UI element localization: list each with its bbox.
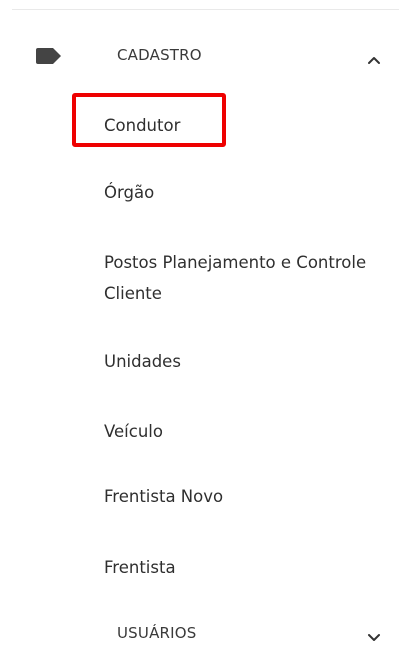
menu-item-frentista[interactable]: Frentista [104, 552, 176, 583]
section-label: USUÁRIOS [117, 624, 197, 642]
menu-item-orgao[interactable]: Órgão [104, 177, 154, 208]
menu-item-condutor[interactable]: Condutor [104, 110, 180, 141]
menu-item-postos-planejamento[interactable]: Postos Planejamento e Controle Cliente [104, 247, 384, 309]
section-header-usuarios[interactable]: USUÁRIOS [0, 614, 399, 658]
chevron-up-icon[interactable] [367, 50, 381, 64]
chevron-down-icon[interactable] [367, 628, 381, 641]
menu-item-veiculo[interactable]: Veículo [104, 416, 163, 447]
section-label: CADASTRO [117, 46, 202, 64]
tag-icon [36, 48, 62, 64]
menu-item-frentista-novo[interactable]: Frentista Novo [104, 481, 223, 512]
menu-item-unidades[interactable]: Unidades [104, 346, 181, 377]
top-divider [12, 9, 399, 10]
section-header-cadastro[interactable]: CADASTRO [0, 34, 399, 78]
